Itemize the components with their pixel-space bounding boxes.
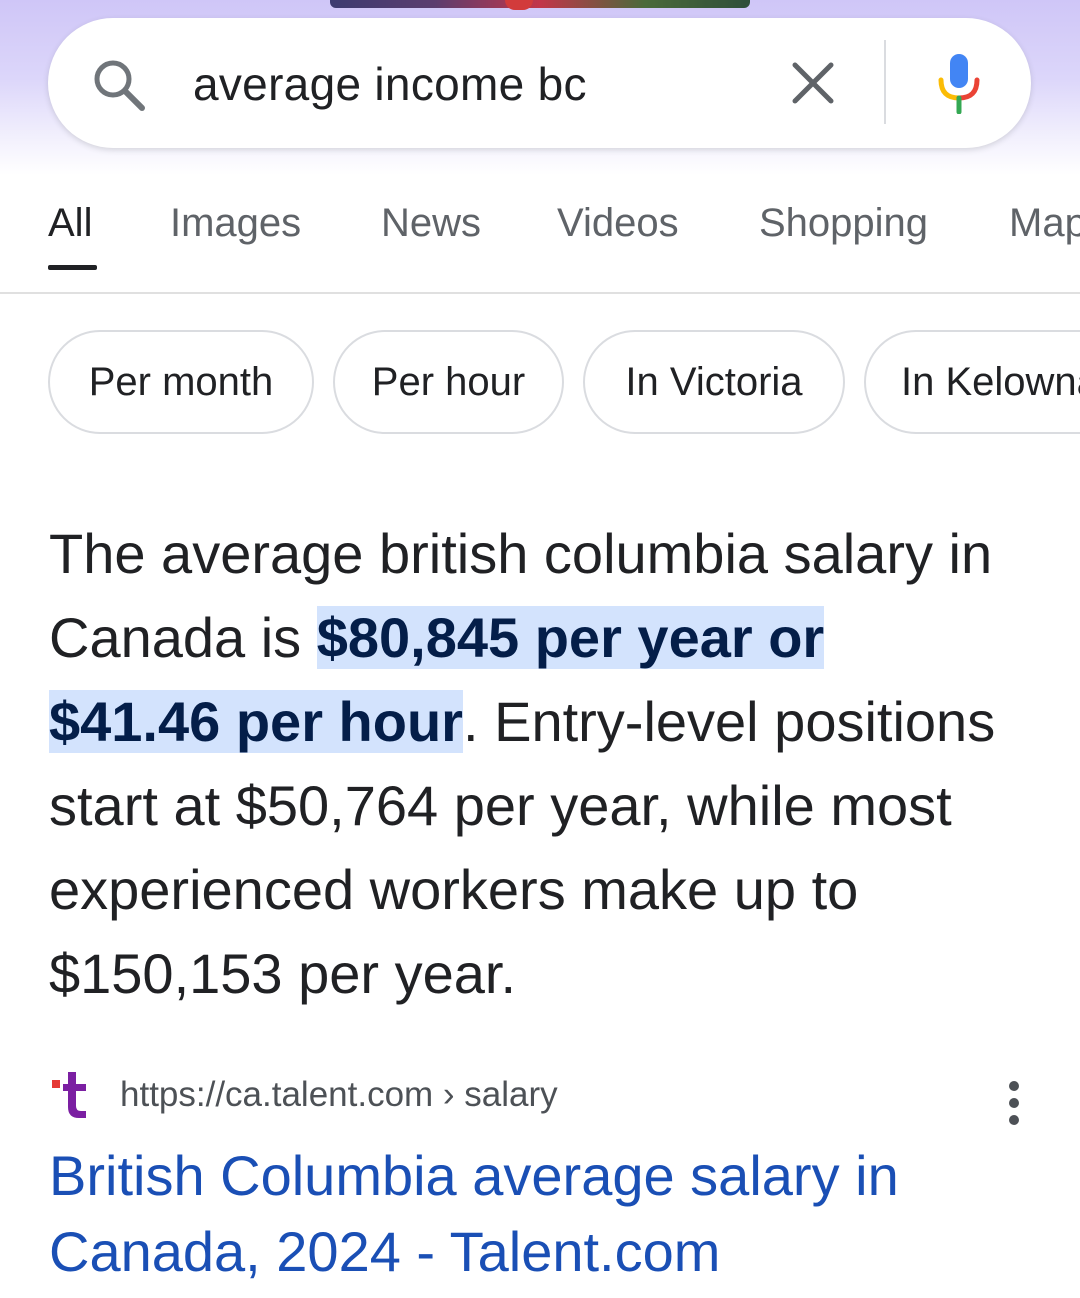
refinement-chips: Per month Per hour In Victoria In Kelown… xyxy=(0,330,1080,440)
search-icon[interactable] xyxy=(90,56,146,112)
tab-images[interactable]: Images xyxy=(170,195,301,251)
search-input[interactable]: average income bc xyxy=(193,56,587,112)
tabs-divider xyxy=(0,292,1080,294)
chip-in-kelowna[interactable]: In Kelowna xyxy=(864,330,1080,434)
search-divider xyxy=(884,40,886,124)
tab-shopping[interactable]: Shopping xyxy=(759,195,928,251)
source-url[interactable]: https://ca.talent.com › salary xyxy=(120,1073,558,1117)
close-icon[interactable] xyxy=(790,60,836,106)
tab-all[interactable]: All xyxy=(48,195,92,251)
chip-in-victoria[interactable]: In Victoria xyxy=(583,330,845,434)
featured-snippet-text: The average british columbia salary in C… xyxy=(49,512,1049,1016)
doodle-image[interactable] xyxy=(330,0,750,8)
snippet-highlight-hourly: $41.46 per hour xyxy=(49,690,463,753)
tab-maps[interactable]: Maps xyxy=(1009,195,1080,251)
active-tab-indicator xyxy=(48,265,97,270)
talent-favicon[interactable] xyxy=(50,1068,90,1120)
more-vertical-icon[interactable] xyxy=(994,1078,1034,1128)
search-tabs: All Images News Videos Shopping Maps xyxy=(0,195,1080,291)
snippet-highlight-yearly: $80,845 per year or xyxy=(316,606,825,669)
chip-per-hour[interactable]: Per hour xyxy=(333,330,564,434)
chip-per-month[interactable]: Per month xyxy=(48,330,314,434)
result-title-link[interactable]: British Columbia average salary in Canad… xyxy=(49,1138,1059,1290)
tab-news[interactable]: News xyxy=(381,195,481,251)
tab-videos[interactable]: Videos xyxy=(557,195,679,251)
microphone-icon[interactable] xyxy=(936,52,982,114)
